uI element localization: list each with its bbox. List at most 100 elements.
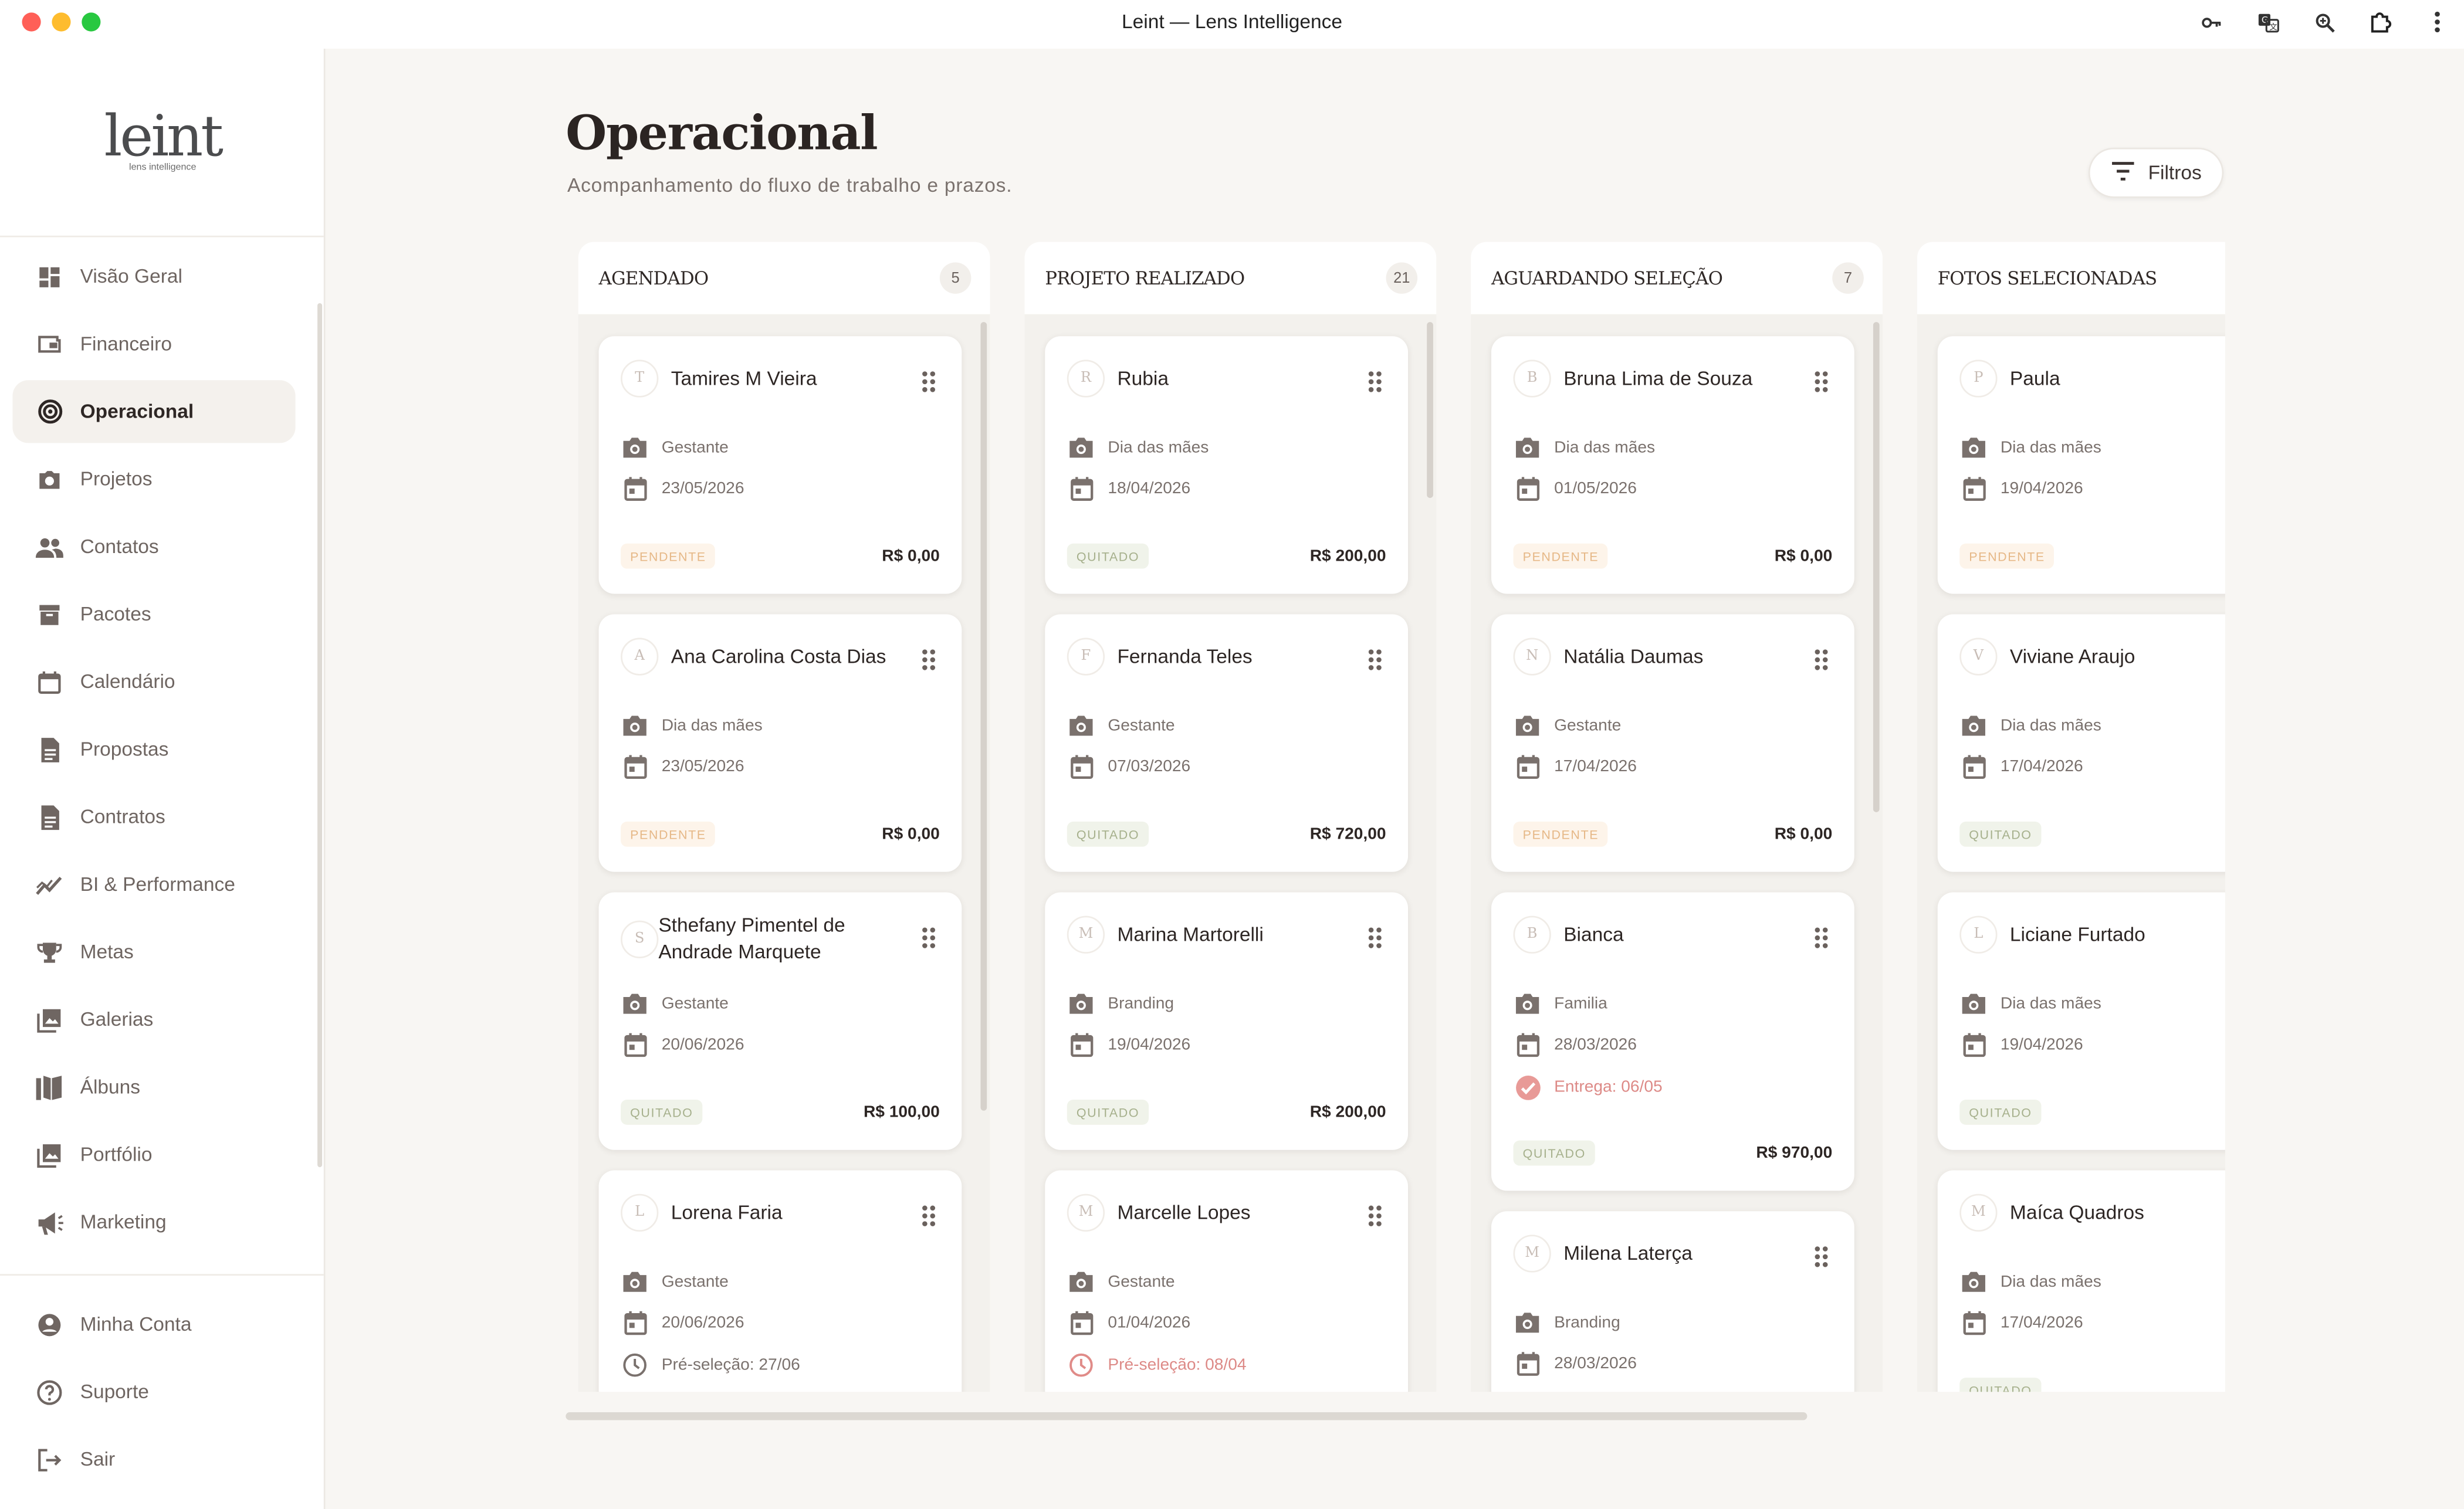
client-name: Bianca — [1563, 924, 1624, 946]
client-avatar: P — [1959, 360, 1998, 398]
project-card[interactable]: F Fernanda Teles Gestante 07/03/2026 QUITADO… — [1045, 614, 1409, 872]
sidebar-item-sair[interactable]: Sair — [12, 1428, 295, 1491]
drag-handle-icon[interactable] — [1813, 371, 1829, 393]
calendar-icon — [1067, 1308, 1095, 1337]
session-date-label: 19/04/2026 — [2000, 1035, 2083, 1054]
zoom-icon[interactable] — [2310, 8, 2338, 36]
sidebar-item-albuns[interactable]: Álbuns — [12, 1056, 295, 1118]
client-avatar: B — [1513, 360, 1551, 398]
sidebar-item-minha-conta[interactable]: Minha Conta — [12, 1293, 295, 1355]
client-name: Tamires M Vieira — [671, 367, 817, 390]
project-card[interactable]: L Lorena Faria Gestante 20/06/2026 Pré-seleç… — [598, 1170, 962, 1392]
sidebar-item-calendario[interactable]: Calendário — [12, 650, 295, 713]
sidebar-item-label: Álbuns — [80, 1076, 141, 1098]
sidebar-item-portfolio[interactable]: Portfólio — [12, 1123, 295, 1186]
calendar-icon — [1513, 752, 1541, 781]
session-type: Branding — [1067, 990, 1174, 1018]
session-date: 18/04/2026 — [1067, 474, 1190, 503]
session-type: Gestante — [1513, 711, 1621, 740]
sidebar-item-marketing[interactable]: Marketing — [12, 1191, 295, 1253]
sidebar-item-operacional[interactable]: Operacional — [12, 380, 296, 443]
project-card[interactable]: A Ana Carolina Costa Dias Dia das mães 23/0… — [598, 614, 962, 872]
column-scrollbar[interactable] — [980, 322, 987, 1111]
client-name: Ana Carolina Costa Dias — [671, 645, 886, 668]
session-date-label: 19/04/2026 — [2000, 479, 2083, 499]
project-card[interactable]: T Tamires M Vieira Gestante 23/05/2026 PENDE… — [598, 336, 962, 594]
drag-handle-icon[interactable] — [921, 649, 937, 671]
project-card[interactable]: M Milena Laterça Branding 28/03/2026 — [1491, 1211, 1854, 1392]
board-horizontal-scrollbar[interactable] — [566, 1412, 1808, 1420]
session-date-label: 28/03/2026 — [1554, 1354, 1637, 1374]
drag-handle-icon[interactable] — [1813, 927, 1829, 949]
calendar-icon — [1513, 1030, 1541, 1059]
drag-handle-icon[interactable] — [921, 371, 937, 393]
session-date: 23/05/2026 — [621, 752, 744, 781]
project-card[interactable]: S Sthefany Pimentel de Andrade Marquete Ge… — [598, 892, 962, 1150]
extensions-icon[interactable] — [2367, 8, 2395, 36]
sidebar-item-financeiro[interactable]: Financeiro — [12, 313, 295, 375]
calendar-icon — [35, 667, 65, 697]
sidebar-item-metas[interactable]: Metas — [12, 921, 295, 984]
sidebar-item-suporte[interactable]: Suporte — [12, 1361, 295, 1423]
sidebar-item-pacotes[interactable]: Pacotes — [12, 583, 295, 646]
project-card[interactable]: B Bruna Lima de Souza Dia das mães 01/05/20… — [1491, 336, 1854, 594]
delivery-date: Entrega: 06/05 — [1513, 1073, 1663, 1101]
sidebar-item-label: Suporte — [80, 1381, 149, 1403]
app-logo[interactable]: leint lens intelligence — [0, 107, 325, 172]
chart-icon — [35, 870, 65, 900]
project-card[interactable]: B Bianca Familia 28/03/2026 Entrega: 06/05 QU… — [1491, 892, 1854, 1191]
client-name: Rubia — [1117, 367, 1169, 390]
gallery-icon — [35, 1005, 65, 1035]
calendar-icon — [621, 474, 649, 503]
sidebar-item-visao-geral[interactable]: Visão Geral — [12, 245, 295, 308]
sidebar-item-propostas[interactable]: Propostas — [12, 718, 295, 781]
session-date-label: 07/03/2026 — [1108, 757, 1191, 776]
calendar-icon — [1959, 474, 1988, 503]
sidebar-item-projetos[interactable]: Projetos — [12, 447, 295, 510]
page-subtitle: Acompanhamento do fluxo de trabalho e pr… — [567, 174, 1013, 196]
sidebar-item-contatos[interactable]: Contatos — [12, 516, 295, 578]
project-card[interactable]: M Maíca Quadros Dia das mães 17/04/2026 QUIT… — [1937, 1170, 2225, 1392]
filters-button[interactable]: Filtros — [2088, 147, 2224, 198]
session-date-label: 20/06/2026 — [661, 1035, 744, 1054]
project-card[interactable]: M Marcelle Lopes Gestante 01/04/2026 Pré-sel… — [1045, 1170, 1409, 1392]
drag-handle-icon[interactable] — [921, 1205, 937, 1227]
key-icon[interactable] — [2197, 8, 2225, 36]
megaphone-icon — [35, 1208, 65, 1237]
session-type: Gestante — [621, 433, 729, 462]
project-card[interactable]: R Rubia Dia das mães 18/04/2026 QUITADO R$ 20… — [1045, 336, 1409, 594]
session-date-label: 17/04/2026 — [1554, 757, 1637, 776]
column-count-badge: 7 — [1832, 262, 1864, 294]
session-type-label: Branding — [1554, 1313, 1620, 1332]
column-scrollbar[interactable] — [1873, 322, 1880, 812]
more-vertical-icon[interactable] — [2423, 8, 2451, 36]
project-card[interactable]: PPaulaDia das mães19/04/2026PENDENTER — [1937, 336, 2225, 594]
sidebar-scrollbar[interactable] — [317, 303, 323, 1168]
project-card[interactable]: V Viviane Araujo Dia das mães 17/04/2026 QUI… — [1937, 614, 2225, 872]
sidebar-item-contratos[interactable]: Contratos — [12, 785, 295, 848]
extra-label: Pré-seleção: 08/04 — [1108, 1355, 1247, 1375]
price-value: R$ 0,00 — [1774, 547, 1833, 566]
drag-handle-icon[interactable] — [1813, 649, 1829, 671]
session-type: Dia das mães — [1959, 1268, 2101, 1296]
project-card[interactable]: M Marina Martorelli Branding 19/04/2026 QUIT… — [1045, 892, 1409, 1150]
drag-handle-icon[interactable] — [1367, 371, 1383, 393]
sidebar-item-galerias[interactable]: Galerias — [12, 988, 295, 1051]
sidebar-item-label: Metas — [80, 941, 134, 963]
session-type-label: Familia — [1554, 994, 1607, 1013]
drag-handle-icon[interactable] — [1813, 1246, 1829, 1268]
column-scrollbar[interactable] — [1427, 322, 1433, 499]
drag-handle-icon[interactable] — [921, 927, 937, 949]
session-type-label: Dia das mães — [2000, 1272, 2101, 1291]
filters-button-label: Filtros — [2148, 161, 2202, 184]
project-card[interactable]: N Natália Daumas Gestante 17/04/2026 PENDENT… — [1491, 614, 1854, 872]
sidebar-item-bi-performance[interactable]: BI & Performance — [12, 853, 295, 915]
translate-icon[interactable]: G文 — [2253, 8, 2282, 36]
project-card[interactable]: L Liciane Furtado Dia das mães 19/04/2026 QU… — [1937, 892, 2225, 1150]
drag-handle-icon[interactable] — [1367, 649, 1383, 671]
sidebar-footer-nav: Minha Conta Suporte Sair — [12, 1293, 295, 1496]
drag-handle-icon[interactable] — [1367, 1205, 1383, 1227]
session-type-label: Gestante — [661, 1272, 729, 1291]
drag-handle-icon[interactable] — [1367, 927, 1383, 949]
column-header: AGENDADO 5 — [578, 242, 990, 314]
